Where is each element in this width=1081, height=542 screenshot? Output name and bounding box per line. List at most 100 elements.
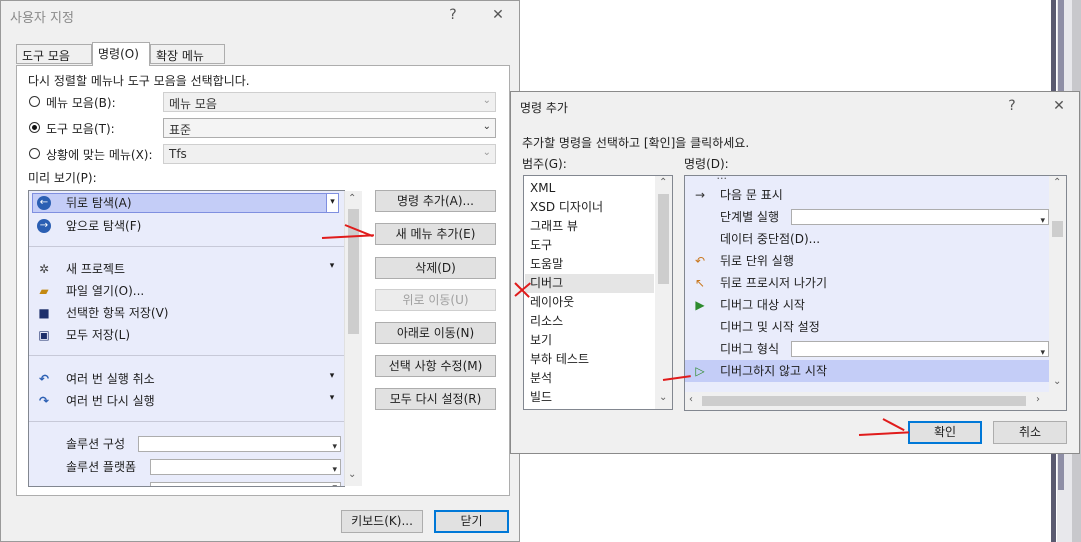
add-command-dialog: 명령 추가 ? ✕ 추가할 명령을 선택하고 [확인]을 클릭하세요. 범주(G…	[510, 91, 1080, 454]
command-item[interactable]: ▶ 디버그 대상 시작	[685, 294, 1049, 316]
scroll-left-icon[interactable]: ‹	[689, 394, 693, 405]
commands-hscrollbar[interactable]: ‹ ›	[685, 392, 1066, 410]
instruction-text: 다시 정렬할 메뉴나 도구 모음을 선택합니다.	[28, 74, 250, 88]
preview-item[interactable]: ▣ 모두 저장(L)	[29, 325, 329, 345]
play-icon: ▶	[695, 298, 705, 312]
close-icon[interactable]: ✕	[486, 7, 510, 23]
menu-bar-radio[interactable]	[29, 96, 40, 107]
command-item[interactable]: ▷ 디버그하지 않고 시작	[685, 360, 1049, 382]
scroll-thumb[interactable]	[702, 396, 1026, 406]
scroll-thumb[interactable]	[658, 194, 669, 284]
command-item[interactable]: ↶ 뒤로 단위 실행	[685, 250, 1049, 272]
arrow-right-icon: →	[694, 188, 706, 202]
preview-item[interactable]: → 앞으로 탐색(F)	[29, 216, 329, 236]
command-item[interactable]: → 다음 문 표시	[685, 184, 1049, 206]
preview-list[interactable]: ▾ ← 뒤로 탐색(A) → 앞으로 탐색(F) ✲ 새 프로젝트 ▾ ▰ 파일…	[28, 190, 345, 487]
context-menu-label: 상황에 맞는 메뉴(X):	[46, 148, 153, 162]
keyboard-button[interactable]: 키보드(K)...	[341, 510, 423, 533]
command-label: 뒤로 프로시저 나가기	[720, 276, 827, 290]
command-item[interactable]: ↖ 뒤로 프로시저 나가기	[685, 272, 1049, 294]
command-item[interactable]: 단계별 실행	[685, 206, 1049, 232]
commands-list[interactable]: ··· → 다음 문 표시단계별 실행데이터 중단점(D)... ↶ 뒤로 단위 실행…	[684, 175, 1067, 411]
preview-item[interactable]: ▰ 파일 열기(O)...	[29, 281, 329, 301]
close-button[interactable]: 닫기	[434, 510, 509, 533]
scroll-down-icon[interactable]: ⌄	[1053, 376, 1061, 387]
menu-bar-label: 메뉴 모음(B):	[46, 96, 116, 110]
move-up-button[interactable]: 위로 이동(U)	[375, 289, 496, 311]
category-item[interactable]: 레이아웃	[530, 293, 648, 312]
scroll-down-icon[interactable]: ⌄	[659, 392, 667, 403]
ok-button[interactable]: 확인	[908, 421, 982, 444]
chevron-down-icon[interactable]: ▾	[326, 261, 338, 277]
delete-button[interactable]: 삭제(D)	[375, 257, 496, 279]
category-item[interactable]: 디버그	[525, 274, 654, 293]
toolbar-combo[interactable]	[150, 482, 341, 486]
tab-extension-menu[interactable]: 확장 메뉴(E)	[150, 44, 225, 78]
solution-config-select[interactable]	[138, 436, 341, 457]
modify-selection-button[interactable]: 선택 사항 수정(M)	[375, 355, 496, 377]
preview-item[interactable]: ↶ 여러 번 실행 취소	[29, 369, 329, 389]
scroll-up-icon[interactable]: ⌃	[659, 177, 667, 188]
toolbar-select[interactable]: 표준 ⌄	[163, 118, 496, 138]
play-outline-icon: ▷	[695, 364, 705, 378]
help-icon[interactable]: ?	[441, 7, 465, 23]
category-item[interactable]: 보기	[530, 331, 648, 350]
category-item[interactable]: 그래프 뷰	[530, 217, 648, 236]
command-combo[interactable]	[791, 209, 1049, 232]
preview-item[interactable]: ✲ 새 프로젝트	[29, 259, 329, 279]
command-item[interactable]: 데이터 중단점(D)...	[685, 228, 1049, 250]
category-item[interactable]: 리소스	[530, 312, 648, 331]
preview-label: 미리 보기(P):	[28, 171, 97, 185]
add-new-menu-button[interactable]: 새 메뉴 추가(E)	[375, 223, 496, 245]
category-item[interactable]: XSD 디자이너	[530, 198, 648, 217]
commands-label: 명령(D):	[684, 157, 729, 171]
close-icon[interactable]: ✕	[1047, 98, 1071, 114]
help-icon[interactable]: ?	[1000, 98, 1024, 114]
move-down-button[interactable]: 아래로 이동(N)	[375, 322, 496, 344]
reset-all-button[interactable]: 모두 다시 설정(R)	[375, 388, 496, 410]
toolbar-label: 도구 모음(T):	[46, 122, 115, 136]
scroll-up-icon[interactable]: ⌃	[348, 193, 356, 204]
undo-icon: ↶	[38, 372, 50, 386]
category-item[interactable]: 도구	[530, 236, 648, 255]
command-label: 다음 문 표시	[720, 188, 783, 202]
solution-platform-select[interactable]	[150, 459, 341, 480]
category-item[interactable]: 부하 테스트	[530, 350, 648, 369]
preview-item[interactable]: ■ 선택한 항목 저장(V)	[29, 303, 329, 323]
command-label: 뒤로 단위 실행	[720, 254, 794, 268]
scroll-thumb[interactable]	[1052, 221, 1063, 237]
command-item[interactable]: 디버그 및 시작 설정	[685, 316, 1049, 338]
categories-list[interactable]: XML XSD 디자이너 그래프 뷰 도구 도움말 디버그 레이아웃 리소스 보기 부하 테스트 분…	[523, 175, 673, 410]
tab-toolbars[interactable]: 도구 모음(S)	[16, 44, 92, 78]
command-label: 디버그 및 시작 설정	[720, 320, 820, 334]
chevron-down-icon[interactable]: ▾	[326, 371, 338, 387]
command-item[interactable]: 디버그 형식	[685, 338, 1049, 364]
context-menu-radio[interactable]	[29, 148, 40, 159]
preview-item[interactable]: 솔루션 플랫폼	[29, 457, 341, 480]
save-all-icon: ▣	[38, 328, 50, 342]
commands-scrollbar[interactable]: ⌃ ⌄	[1049, 176, 1066, 392]
category-item[interactable]: 빌드	[530, 388, 648, 407]
toolbar-radio[interactable]	[29, 122, 40, 133]
category-item[interactable]: 분석	[530, 369, 648, 388]
command-label: 디버그 대상 시작	[720, 298, 805, 312]
scroll-right-icon[interactable]: ›	[1036, 394, 1040, 405]
context-menu-select[interactable]: Tfs ⌄	[163, 144, 496, 164]
scroll-up-icon[interactable]: ⌃	[1053, 177, 1061, 188]
dialog-title: 명령 추가	[520, 101, 568, 115]
category-item[interactable]: 도움말	[530, 255, 648, 274]
annotation-arrow	[858, 431, 909, 436]
scroll-down-icon[interactable]: ⌄	[348, 469, 356, 480]
add-command-button[interactable]: 명령 추가(A)...	[375, 190, 496, 212]
menu-bar-select[interactable]: 메뉴 모음 ⌄	[163, 92, 496, 112]
preview-item[interactable]: 솔루션 구성	[29, 434, 341, 457]
categories-scrollbar[interactable]: ⌃ ⌄	[655, 176, 672, 409]
command-label: 디버그하지 않고 시작	[720, 364, 827, 378]
preview-item[interactable]: ↷ 여러 번 다시 실행	[29, 391, 329, 411]
category-item[interactable]: XML	[530, 179, 648, 198]
preview-item[interactable]: ← 뒤로 탐색(A)	[29, 193, 329, 213]
cancel-button[interactable]: 취소	[993, 421, 1067, 444]
chevron-down-icon[interactable]: ▾	[326, 393, 338, 409]
command-combo[interactable]	[791, 341, 1049, 364]
tab-commands[interactable]: 명령(O)	[92, 42, 150, 66]
